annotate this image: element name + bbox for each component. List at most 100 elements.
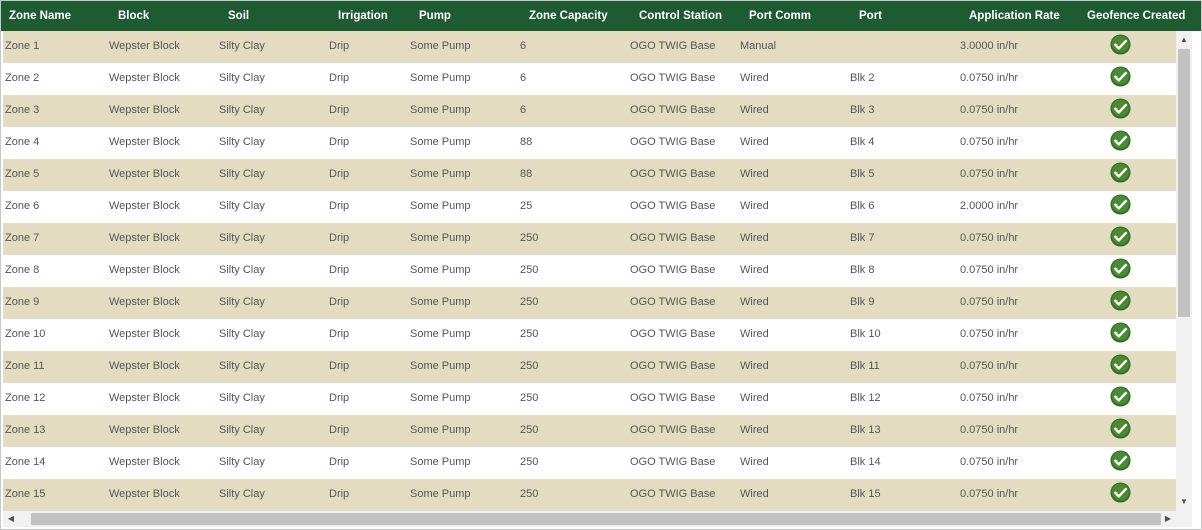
- cell-pump: Some Pump: [410, 232, 471, 244]
- cell-soil: Silty Clay: [219, 200, 265, 212]
- scroll-right-icon[interactable]: ▶: [1160, 511, 1176, 527]
- column-header-zone-capacity[interactable]: Zone Capacity: [529, 1, 608, 31]
- cell-port-comm: Wired: [740, 296, 769, 308]
- cell-pump: Some Pump: [410, 456, 471, 468]
- column-header-zone-name[interactable]: Zone Name: [9, 1, 71, 31]
- cell-pump: Some Pump: [410, 72, 471, 84]
- vertical-scrollbar[interactable]: ▲ ▼: [1176, 31, 1192, 511]
- cell-zone-name: Zone 9: [5, 296, 40, 308]
- cell-port-comm: Wired: [740, 328, 769, 340]
- cell-control-station: OGO TWIG Base: [630, 264, 716, 276]
- cell-pump: Some Pump: [410, 264, 471, 276]
- cell-block: Wepster Block: [109, 40, 180, 52]
- cell-soil: Silty Clay: [219, 328, 265, 340]
- column-header-port[interactable]: Port: [859, 1, 882, 31]
- cell-block: Wepster Block: [109, 392, 180, 404]
- table-row[interactable]: Zone 15 Wepster Block Silty Clay Drip Some P…: [3, 479, 1176, 511]
- cell-zone-name: Zone 8: [5, 264, 40, 276]
- cell-irrigation: Drip: [329, 136, 350, 148]
- scrollbar-corner: [1176, 511, 1192, 527]
- table-row[interactable]: Zone 6 Wepster Block Silty Clay Drip Some Pu…: [3, 191, 1176, 223]
- cell-soil: Silty Clay: [219, 168, 265, 180]
- cell-port-comm: Wired: [740, 456, 769, 468]
- column-header-block[interactable]: Block: [118, 1, 149, 31]
- check-icon: [1110, 130, 1131, 151]
- cell-block: Wepster Block: [109, 232, 180, 244]
- table-row[interactable]: Zone 7 Wepster Block Silty Clay Drip Some Pu…: [3, 223, 1176, 255]
- table-row[interactable]: Zone 2 Wepster Block Silty Clay Drip Some Pu…: [3, 63, 1176, 95]
- cell-control-station: OGO TWIG Base: [630, 328, 716, 340]
- cell-block: Wepster Block: [109, 360, 180, 372]
- table-row[interactable]: Zone 8 Wepster Block Silty Clay Drip Some Pu…: [3, 255, 1176, 287]
- cell-irrigation: Drip: [329, 360, 350, 372]
- table-row[interactable]: Zone 13 Wepster Block Silty Clay Drip Some P…: [3, 415, 1176, 447]
- cell-zone-capacity: 250: [520, 232, 539, 244]
- column-header-soil[interactable]: Soil: [228, 1, 249, 31]
- cell-application-rate: 0.0750 in/hr: [960, 296, 1019, 308]
- cell-control-station: OGO TWIG Base: [630, 424, 716, 436]
- cell-irrigation: Drip: [329, 40, 350, 52]
- cell-application-rate: 0.0750 in/hr: [960, 392, 1019, 404]
- horizontal-scrollbar[interactable]: ◀ ▶: [3, 511, 1176, 527]
- cell-zone-capacity: 25: [520, 200, 533, 212]
- cell-application-rate: 0.0750 in/hr: [960, 168, 1019, 180]
- check-icon: [1110, 322, 1131, 343]
- cell-control-station: OGO TWIG Base: [630, 168, 716, 180]
- cell-control-station: OGO TWIG Base: [630, 296, 716, 308]
- cell-port: Blk 6: [850, 200, 875, 212]
- cell-port-comm: Wired: [740, 392, 769, 404]
- cell-zone-name: Zone 10: [5, 328, 46, 340]
- scroll-up-icon[interactable]: ▲: [1176, 33, 1192, 47]
- cell-soil: Silty Clay: [219, 296, 265, 308]
- cell-pump: Some Pump: [410, 296, 471, 308]
- column-header-irrigation[interactable]: Irrigation: [338, 1, 388, 31]
- table-row[interactable]: Zone 9 Wepster Block Silty Clay Drip Some Pu…: [3, 287, 1176, 319]
- cell-application-rate: 0.0750 in/hr: [960, 104, 1019, 116]
- cell-port-comm: Wired: [740, 488, 769, 500]
- check-icon: [1110, 34, 1131, 55]
- cell-irrigation: Drip: [329, 456, 350, 468]
- cell-block: Wepster Block: [109, 136, 180, 148]
- cell-soil: Silty Clay: [219, 488, 265, 500]
- cell-application-rate: 0.0750 in/hr: [960, 264, 1019, 276]
- table-row[interactable]: Zone 5 Wepster Block Silty Clay Drip Some Pu…: [3, 159, 1176, 191]
- column-header-application-rate[interactable]: Application Rate: [969, 1, 1060, 31]
- cell-control-station: OGO TWIG Base: [630, 40, 716, 52]
- scroll-left-icon[interactable]: ◀: [3, 511, 19, 527]
- column-header-geofence-created[interactable]: Geofence Created: [1087, 1, 1185, 31]
- cell-zone-name: Zone 4: [5, 136, 40, 148]
- cell-port: Blk 10: [850, 328, 881, 340]
- cell-zone-capacity: 6: [520, 40, 527, 52]
- cell-soil: Silty Clay: [219, 136, 265, 148]
- vertical-scroll-thumb[interactable]: [1178, 49, 1190, 317]
- table-row[interactable]: Zone 1 Wepster Block Silty Clay Drip Some Pu…: [3, 31, 1176, 63]
- scroll-down-icon[interactable]: ▼: [1176, 495, 1192, 509]
- column-header-control-station[interactable]: Control Station: [639, 1, 722, 31]
- cell-block: Wepster Block: [109, 200, 180, 212]
- cell-application-rate: 0.0750 in/hr: [960, 488, 1019, 500]
- horizontal-scroll-thumb[interactable]: [31, 513, 1161, 525]
- column-header-pump[interactable]: Pump: [419, 1, 451, 31]
- table-row[interactable]: Zone 12 Wepster Block Silty Clay Drip Some P…: [3, 383, 1176, 415]
- table-row[interactable]: Zone 4 Wepster Block Silty Clay Drip Some Pu…: [3, 127, 1176, 159]
- cell-control-station: OGO TWIG Base: [630, 456, 716, 468]
- cell-control-station: OGO TWIG Base: [630, 392, 716, 404]
- cell-irrigation: Drip: [329, 168, 350, 180]
- cell-zone-name: Zone 15: [5, 488, 46, 500]
- table-row[interactable]: Zone 3 Wepster Block Silty Clay Drip Some Pu…: [3, 95, 1176, 127]
- column-header-port-comm[interactable]: Port Comm: [749, 1, 811, 31]
- cell-pump: Some Pump: [410, 424, 471, 436]
- cell-zone-capacity: 88: [520, 136, 533, 148]
- cell-port: Blk 9: [850, 296, 875, 308]
- cell-zone-capacity: 88: [520, 168, 533, 180]
- cell-soil: Silty Clay: [219, 232, 265, 244]
- table-row[interactable]: Zone 10 Wepster Block Silty Clay Drip Some P…: [3, 319, 1176, 351]
- cell-port-comm: Wired: [740, 200, 769, 212]
- cell-port: Blk 8: [850, 264, 875, 276]
- cell-zone-capacity: 250: [520, 456, 539, 468]
- table-row[interactable]: Zone 14 Wepster Block Silty Clay Drip Some P…: [3, 447, 1176, 479]
- cell-port-comm: Wired: [740, 104, 769, 116]
- cell-control-station: OGO TWIG Base: [630, 488, 716, 500]
- cell-block: Wepster Block: [109, 488, 180, 500]
- table-row[interactable]: Zone 11 Wepster Block Silty Clay Drip Some P…: [3, 351, 1176, 383]
